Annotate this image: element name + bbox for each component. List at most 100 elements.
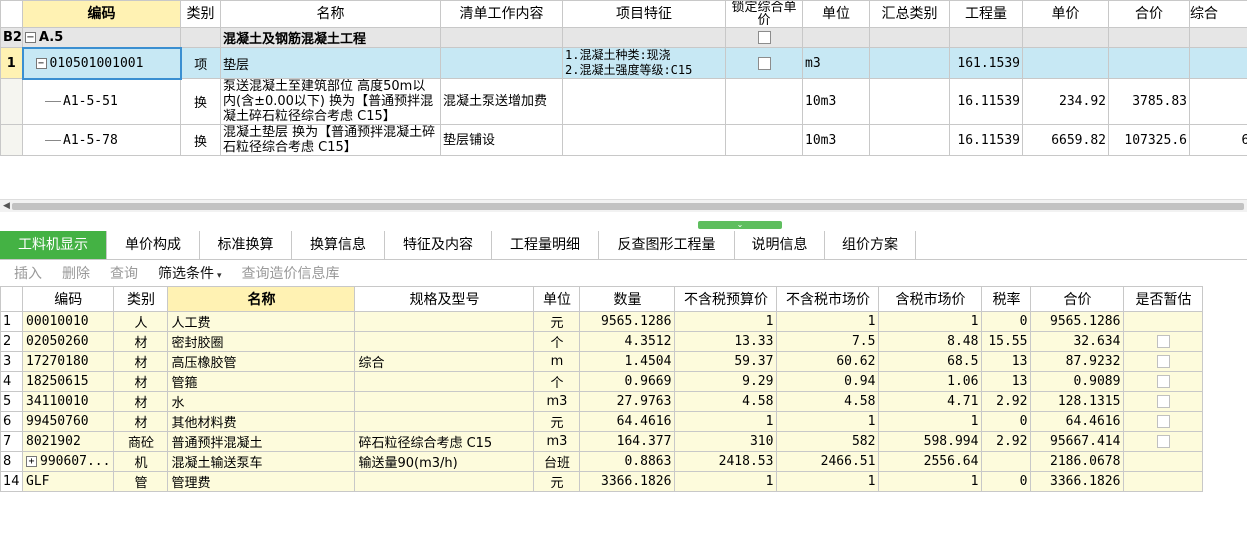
subitem-summary-type[interactable] (869, 124, 950, 156)
cell-name[interactable]: 水 (167, 391, 356, 412)
col-header-budget-price[interactable]: 不含税预算价 (674, 286, 778, 312)
cell-qty[interactable]: 1.4504 (579, 351, 676, 372)
expand-icon[interactable]: + (26, 456, 37, 467)
cell-tax-rate[interactable]: 13 (981, 371, 1032, 392)
scroll-left-icon[interactable]: ◀ (3, 200, 10, 212)
cell-type[interactable]: 材 (113, 371, 169, 392)
col-header-summary-type[interactable]: 汇总类别 (869, 0, 950, 28)
cell-total[interactable]: 64.4616 (1030, 411, 1125, 432)
table-row[interactable]: 2 02050260 材密封胶圈 个 4.3512 13.33 7.5 8.48 15.55 32… (0, 331, 1204, 352)
cell-budget-price[interactable]: 59.37 (674, 351, 778, 372)
cell-provisional[interactable] (1123, 311, 1204, 332)
cell-qty[interactable]: 0.8863 (579, 451, 676, 472)
cell-name[interactable]: 混凝土输送泵车 (167, 451, 356, 472)
row-index[interactable]: 14 (0, 471, 23, 492)
cell-code[interactable]: 8021902 (21, 431, 115, 452)
cell-budget-price[interactable]: 2418.53 (674, 451, 778, 472)
cell-provisional[interactable] (1123, 351, 1204, 372)
cell-provisional[interactable] (1123, 431, 1204, 452)
cell-tax-rate[interactable]: 13 (981, 351, 1032, 372)
row-index[interactable]: 7 (0, 431, 23, 452)
cell-total[interactable]: 0.9089 (1030, 371, 1125, 392)
cell-spec[interactable]: 输送量90(m3/h) (354, 451, 535, 472)
row-header[interactable]: B2 (0, 27, 23, 48)
subitem-price[interactable]: 234.92 (1022, 78, 1109, 125)
panel-splitter-handle[interactable]: ⌄ (698, 221, 782, 229)
section-row[interactable]: B2 − A.5 混凝土及钢筋混凝土工程 (0, 27, 1247, 48)
cell-unit[interactable]: 个 (533, 331, 581, 352)
col-header-work-content[interactable]: 清单工作内容 (440, 0, 563, 28)
cell-tax-market-price[interactable]: 8.48 (878, 331, 983, 352)
table-row[interactable]: 1 00010010 人人工费元 9565.1286 1 1 1 0 9565.1286 (0, 311, 1204, 332)
provisional-checkbox[interactable] (1156, 395, 1170, 408)
subitem-row[interactable]: A1-5-78 换 混凝土垫层 换为【普通预拌混凝土碎石粒径综合考虑 C15】 … (0, 124, 1247, 156)
col-header-name[interactable]: 名称 (220, 0, 441, 28)
subitem-quantity[interactable]: 16.11539 (949, 124, 1023, 156)
cell-spec[interactable]: 碎石粒径综合考虑 C15 (354, 431, 535, 452)
table-row[interactable]: 5 34110010 材水 m3 27.9763 4.58 4.58 4.71 2.92 128.… (0, 391, 1204, 412)
subitem-lock[interactable] (725, 78, 803, 125)
cell-type[interactable]: 机 (113, 451, 169, 472)
cell-tax-rate[interactable]: 2.92 (981, 431, 1032, 452)
cell-market-price[interactable]: 1 (776, 311, 880, 332)
lock-price-cell[interactable] (725, 27, 803, 48)
horizontal-scrollbar[interactable]: ◀ (0, 199, 1247, 212)
item-code-cell[interactable]: −010501001001 (21, 46, 182, 80)
cell-market-price[interactable]: 4.58 (776, 391, 880, 412)
col-header-market-price[interactable]: 不含税市场价 (776, 286, 880, 312)
query-button[interactable]: 查询 (110, 263, 138, 283)
col-header-code[interactable]: 编码 (22, 0, 181, 28)
col-header-type[interactable]: 类别 (180, 0, 221, 28)
cell-name[interactable]: 普通预拌混凝土 (167, 431, 356, 452)
cell-type[interactable]: 人 (113, 311, 169, 332)
lock-price-cell[interactable] (725, 47, 803, 79)
subitem-price[interactable]: 6659.82 (1022, 124, 1109, 156)
subitem-total[interactable]: 107325.6 (1108, 124, 1190, 156)
provisional-checkbox[interactable] (1156, 415, 1170, 428)
subitem-work-content[interactable]: 垫层铺设 (440, 124, 563, 156)
collapse-icon[interactable]: − (25, 31, 36, 43)
provisional-checkbox[interactable] (1156, 355, 1170, 368)
cell-type[interactable]: 材 (113, 351, 169, 372)
cell-unit[interactable]: 元 (533, 411, 581, 432)
item-type[interactable]: 项 (180, 47, 221, 79)
table-row[interactable]: 3 17270180 材高压橡胶管 综合 m 1.4504 59.37 60.62 68.5 13… (0, 351, 1204, 372)
col-header-tax-market-price[interactable]: 含税市场价 (878, 286, 983, 312)
row-index[interactable]: 6 (0, 411, 23, 432)
query-price-library-button[interactable]: 查询造价信息库 (242, 263, 340, 283)
subitem-quantity[interactable]: 16.11539 (949, 78, 1023, 125)
cell-qty[interactable]: 4.3512 (579, 331, 676, 352)
table-row[interactable]: 6 99450760 材其他材料费元 64.4616 1 1 1 0 64.4616 (0, 411, 1204, 432)
col-header-total[interactable]: 合价 (1030, 286, 1125, 312)
col-header-provisional[interactable]: 是否暂估 (1123, 286, 1204, 312)
subitem-code-cell[interactable]: A1-5-78 (22, 124, 181, 156)
cell-unit[interactable]: 元 (533, 311, 581, 332)
cell-type[interactable]: 材 (113, 331, 169, 352)
cell-name[interactable]: 管理费 (167, 471, 356, 492)
table-row[interactable]: 7 8021902 商砼 普通预拌混凝土 碎石粒径综合考虑 C15 m3 164.377 31… (0, 431, 1204, 452)
lock-price-checkbox[interactable] (757, 56, 771, 70)
cell-tax-market-price[interactable]: 1 (878, 471, 983, 492)
cell-code[interactable]: 17270180 (21, 351, 115, 372)
cell-qty[interactable]: 64.4616 (579, 411, 676, 432)
cell-code[interactable]: 00010010 (21, 311, 115, 332)
cell-provisional[interactable] (1123, 391, 1204, 412)
cell-tax-market-price[interactable]: 598.994 (878, 431, 983, 452)
cell-type[interactable]: 商砼 (113, 431, 169, 452)
cell-code[interactable]: 99450760 (21, 411, 115, 432)
corner-cell[interactable] (0, 286, 23, 312)
cell-spec[interactable] (354, 311, 535, 332)
delete-button[interactable]: 删除 (62, 263, 90, 283)
cell-qty[interactable]: 0.9669 (579, 371, 676, 392)
cell-market-price[interactable]: 582 (776, 431, 880, 452)
cell-budget-price[interactable]: 1 (674, 311, 778, 332)
provisional-checkbox[interactable] (1156, 435, 1170, 448)
collapse-icon[interactable]: − (35, 57, 47, 69)
subitem-name[interactable]: 混凝土垫层 换为【普通预拌混凝土碎石粒径综合考虑 C15】 (220, 124, 441, 156)
cell-type[interactable]: 管 (113, 471, 169, 492)
cell-name[interactable]: 高压橡胶管 (167, 351, 356, 372)
provisional-checkbox[interactable] (1156, 375, 1170, 388)
item-total[interactable] (1108, 47, 1190, 79)
cell-total[interactable]: 95667.414 (1030, 431, 1125, 452)
subitem-feature[interactable] (562, 124, 726, 156)
